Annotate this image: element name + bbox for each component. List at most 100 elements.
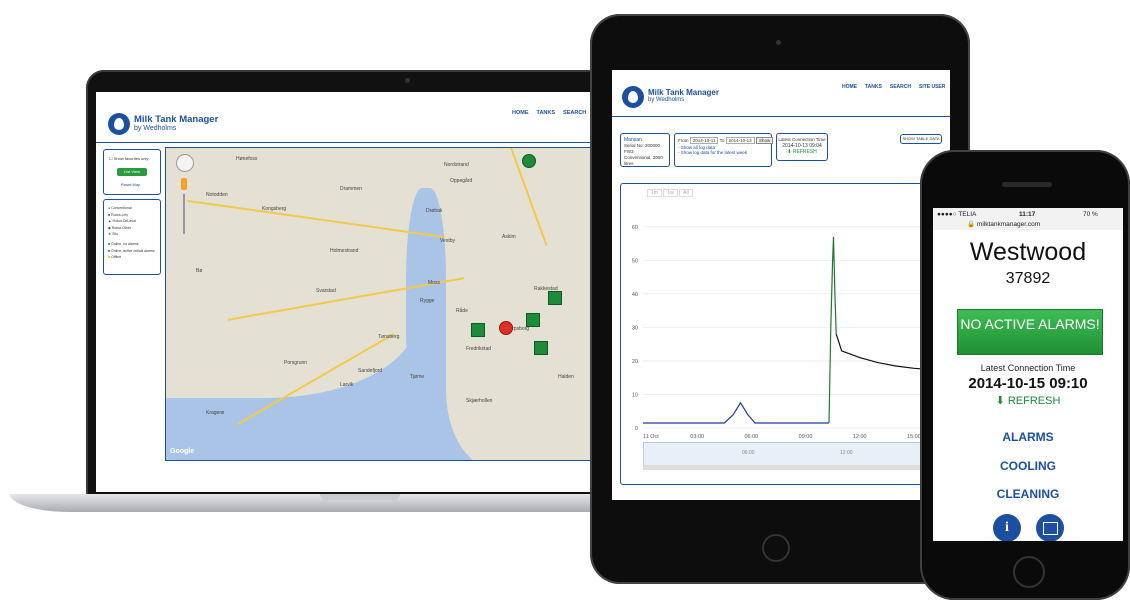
address-bar[interactable]: 🔒 milktankmanager.com [967,220,1040,228]
navigator-tick: 06:00 [742,450,755,456]
connection-box: Latest Connection Time 2014-10-13 09:04 … [776,133,828,161]
header-divider [612,116,950,117]
from-date-input[interactable]: 2014-10-11 [689,137,719,144]
tank-marker[interactable] [471,323,485,337]
map-place-label: Sandefjord [358,368,383,374]
legend-label: Conventional [111,206,132,210]
reset-map-link[interactable]: Reset Map [121,182,140,187]
bar-chart-icon [1043,522,1058,535]
temperature-chart[interactable]: 0 10 20 30 40 50 60 11 Oct 03:00 06:00 09:00 12:00 1… [621,198,947,453]
circle-icon: ● [108,206,111,210]
zoom-1w-button[interactable]: 1w [663,189,678,197]
legend-item: ■ Online, no alarms [108,241,155,248]
no-active-alarms-banner: NO ACTIVE ALARMS! [957,309,1103,355]
map-legend: ● Conventional ■ Robot-Lely ▲ Robot-DeLa… [103,199,161,275]
download-icon: ⬇ [787,149,792,155]
legend-item: ▲ Robot-DeLaval [108,218,155,225]
nav-search[interactable]: SEARCH [890,84,911,90]
map-place-label: Rygge [420,298,435,304]
refresh-link[interactable]: ⬇ REFRESH [777,149,827,155]
carrier-label: ●●●●○ TELIA [937,211,977,218]
from-label: From [678,138,689,143]
cleaning-link[interactable]: CLEANING [933,487,1123,501]
refresh-label: REFRESH [792,149,817,155]
show-table-data-button[interactable]: SHOW TABLE DATA [900,134,942,144]
phone-speaker [1002,182,1052,187]
legend-item: ● Conventional [108,205,155,212]
show-latest-week-link[interactable]: - Show log data for the latest week [678,149,768,156]
alarms-link[interactable]: ALARMS [933,430,1123,444]
milk-tank-logo-icon [108,113,130,135]
zoom-1m-button[interactable]: 1m [647,189,662,197]
pegman-icon[interactable] [181,178,187,190]
nav-site-user[interactable]: SITE USER [919,84,945,90]
phone-status-bar: ●●●●○ TELIA 11:17 70 % 🔒 milktankmanager… [933,208,1123,230]
list-view-button[interactable]: List View [117,168,147,176]
google-logo: Google [170,448,195,455]
show-button[interactable]: Show [755,137,774,144]
cooling-link[interactable]: COOLING [933,459,1123,473]
tablet-camera [776,40,781,45]
map-place-label: Bø [196,268,203,274]
laptop-nav: HOME TANKS SEARCH [504,110,586,116]
map-zoom-control[interactable] [176,154,194,172]
laptop-notch [320,494,400,500]
map-place-label: Askim [502,234,516,240]
info-icon-button[interactable]: i [993,514,1021,541]
y-tick-label: 40 [632,292,638,298]
legend-item: ◆ Robot-Other [108,225,155,232]
tank-type: Conventional, 2000 litres [624,155,663,166]
tank-map[interactable]: Hønefoss Nordstrand Askim Drammen Oppegå… [165,147,607,461]
site-name: Westwood [969,238,1087,266]
show-favorites-checkbox[interactable]: ☐ Show favorites only [109,156,148,161]
x-tick-label: 11 Oct [643,434,659,440]
square-icon: ■ [108,212,111,217]
zoom-all-button[interactable]: All [679,189,693,197]
tank-marker[interactable] [526,313,540,327]
date-range-box: From 2014-10-11 To 2014-10-13 Show - Sho… [674,133,774,167]
to-date-input[interactable]: 2014-10-13 [725,137,755,144]
zoom-buttons: 1m 1w All [647,189,693,197]
chart-icon-button[interactable] [1036,514,1064,541]
show-favorites-label: Show favorites only [113,156,149,161]
map-place-label: Tønsberg [378,334,400,340]
filter-panel: ☐ Show favorites only List View Reset Ma… [103,149,161,195]
map-place-label: Svarstad [316,288,336,294]
map-place-label: Drammen [340,186,362,192]
nav-search[interactable]: SEARCH [563,110,586,116]
app-title-text: Milk Tank Manager [134,114,219,125]
nav-home[interactable]: HOME [842,84,857,90]
tablet-home-button[interactable] [762,534,790,562]
header-divider [96,142,616,143]
tablet-nav: HOME TANKS SEARCH SITE USER [834,84,945,90]
phone-home-button[interactable] [1013,556,1045,588]
tank-marker[interactable] [548,291,562,305]
nav-tanks[interactable]: TANKS [537,110,556,116]
battery-label: 70 % [1083,211,1098,218]
phone-screen: ●●●●○ TELIA 11:17 70 % 🔒 milktankmanager… [933,208,1123,541]
refresh-link[interactable]: ⬇ REFRESH [933,394,1123,407]
map-place-label: Vestby [440,238,456,244]
chart-navigator[interactable]: 06:00 12:00 [643,442,947,466]
map-place-label: Larvik [340,382,354,388]
y-tick-label: 60 [632,225,638,231]
map-place-label: Råde [456,308,468,314]
map-place-label: Drøbak [426,208,443,214]
legend-label: Offline [111,255,122,260]
red-status-icon: ■ [108,248,111,253]
chart-scrollbar[interactable] [643,465,945,470]
map-place-label: Notodden [206,192,228,198]
tank-marker[interactable] [522,154,536,168]
legend-label: Online, no alarms [111,241,139,246]
map-place-label: Kragerø [206,410,225,416]
zoom-slider[interactable] [183,194,185,234]
x-tick-label: 15:00 [907,434,921,440]
nav-home[interactable]: HOME [512,110,529,116]
tank-marker[interactable] [534,341,548,355]
tank-marker-alarm[interactable] [499,321,513,335]
map-place-label: Kongsberg [262,206,287,212]
nav-tanks[interactable]: TANKS [865,84,882,90]
legend-item: ■ Online, active critical alarms [108,248,155,255]
y-tick-label: 30 [632,325,638,331]
map-place-label: Porsgrunn [284,360,308,366]
